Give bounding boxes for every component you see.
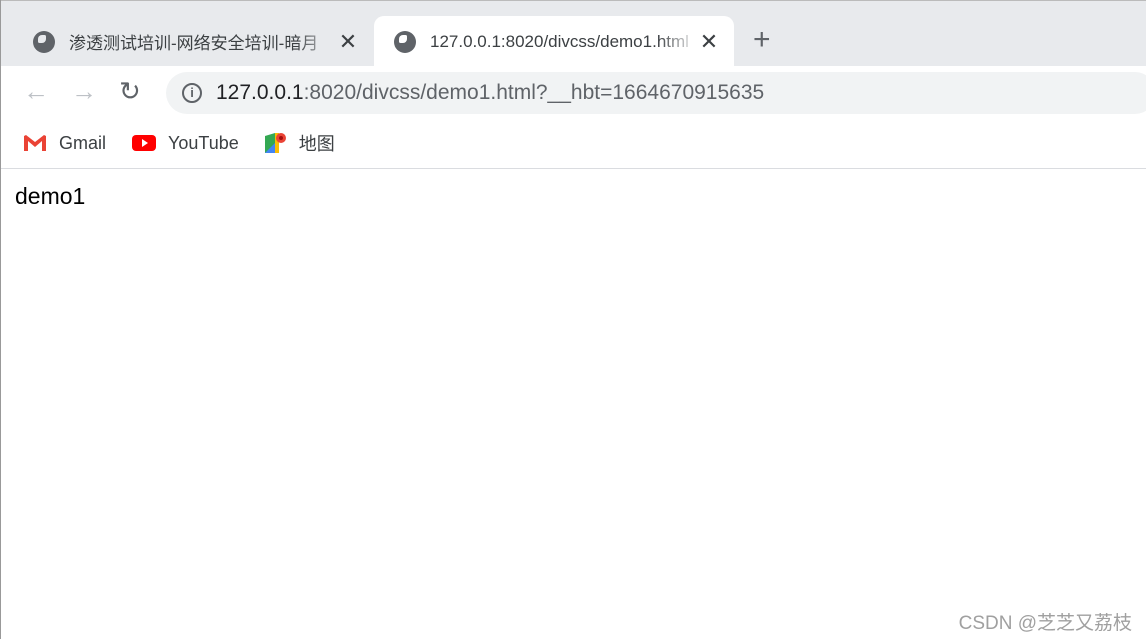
new-tab-button[interactable]: + [753,25,771,55]
bookmark-gmail[interactable]: Gmail [23,133,106,154]
reload-button[interactable]: ↻ [119,76,141,106]
youtube-icon [132,135,157,151]
tab-title: 渗透测试培训-网络安全培训-暗月 [69,34,319,53]
tab-title: 127.0.0.1:8020/divcss/demo1.html [430,31,689,51]
globe-icon [394,30,416,53]
globe-icon [33,30,55,53]
bookmarks-bar: Gmail YouTube 地图 [1,118,1146,169]
bookmark-label: 地图 [298,134,335,154]
url-host: 127.0.0.1 [216,81,304,104]
tab-inactive[interactable]: 渗透测试培训-网络安全培训-暗月 ✕ [13,16,373,67]
bookmark-maps[interactable]: 地图 [264,130,335,156]
bookmark-label: Gmail [59,132,107,153]
forward-button[interactable]: → [71,76,97,106]
tab-strip: 渗透测试培训-网络安全培训-暗月 ✕ 127.0.0.1:8020/divcss… [1,0,1146,67]
page-content-text: demo1 [15,183,86,209]
url-text[interactable]: 127.0.0.1:8020/divcss/demo1.html?__hbt=1… [216,81,764,105]
bookmark-label: YouTube [168,132,239,153]
gmail-icon [24,135,46,151]
address-bar[interactable]: i 127.0.0.1:8020/divcss/demo1.html?__hbt… [166,72,1146,114]
tab-active[interactable]: 127.0.0.1:8020/divcss/demo1.html ✕ [374,16,734,67]
close-tab-icon[interactable]: ✕ [337,29,359,55]
back-button[interactable]: ← [23,76,49,106]
toolbar: ← → ↻ i 127.0.0.1:8020/divcss/demo1.html… [1,66,1146,118]
bookmark-youtube[interactable]: YouTube [132,133,239,154]
maps-icon [264,133,286,153]
close-tab-icon[interactable]: ✕ [698,29,720,55]
url-path: :8020/divcss/demo1.html?__hbt=1664670915… [303,81,765,104]
info-icon[interactable]: i [182,83,202,103]
watermark: CSDN @芝芝又荔枝 [958,613,1132,634]
